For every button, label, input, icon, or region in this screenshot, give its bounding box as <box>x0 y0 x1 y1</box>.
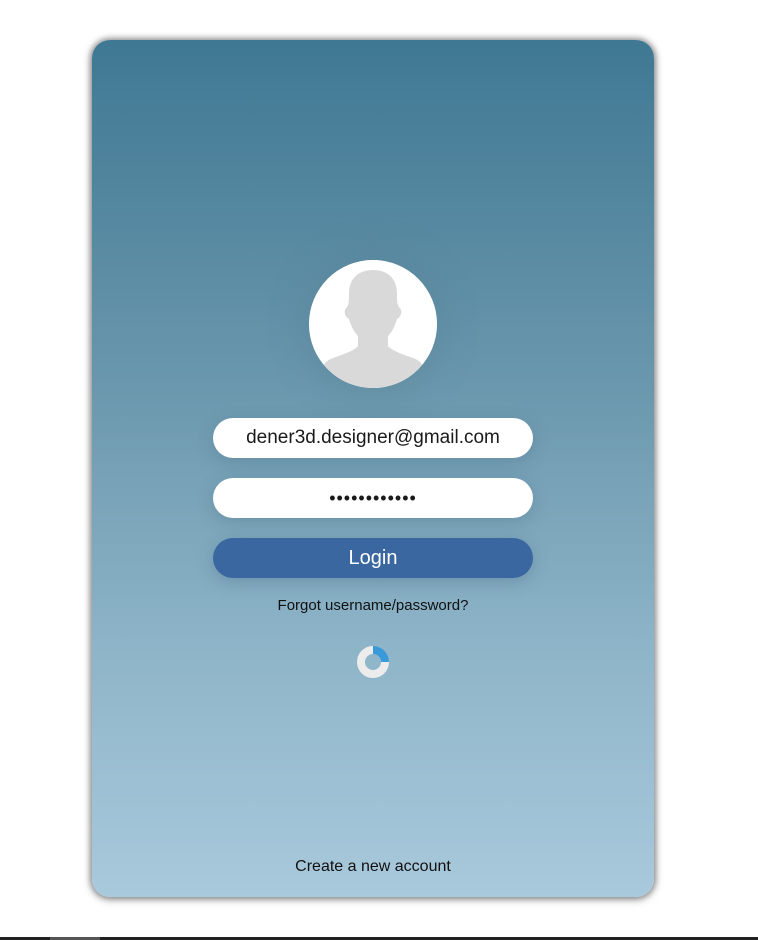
avatar <box>309 260 437 388</box>
login-card: Login Forgot username/password? Create a… <box>92 40 654 897</box>
login-button[interactable]: Login <box>213 538 533 578</box>
loading-spinner-icon <box>357 646 389 678</box>
password-field[interactable] <box>213 478 533 518</box>
forgot-password-link[interactable]: Forgot username/password? <box>92 597 654 614</box>
email-field[interactable] <box>213 418 533 458</box>
user-silhouette-icon <box>309 260 437 388</box>
create-account-link[interactable]: Create a new account <box>92 858 654 876</box>
page: Login Forgot username/password? Create a… <box>0 0 758 940</box>
